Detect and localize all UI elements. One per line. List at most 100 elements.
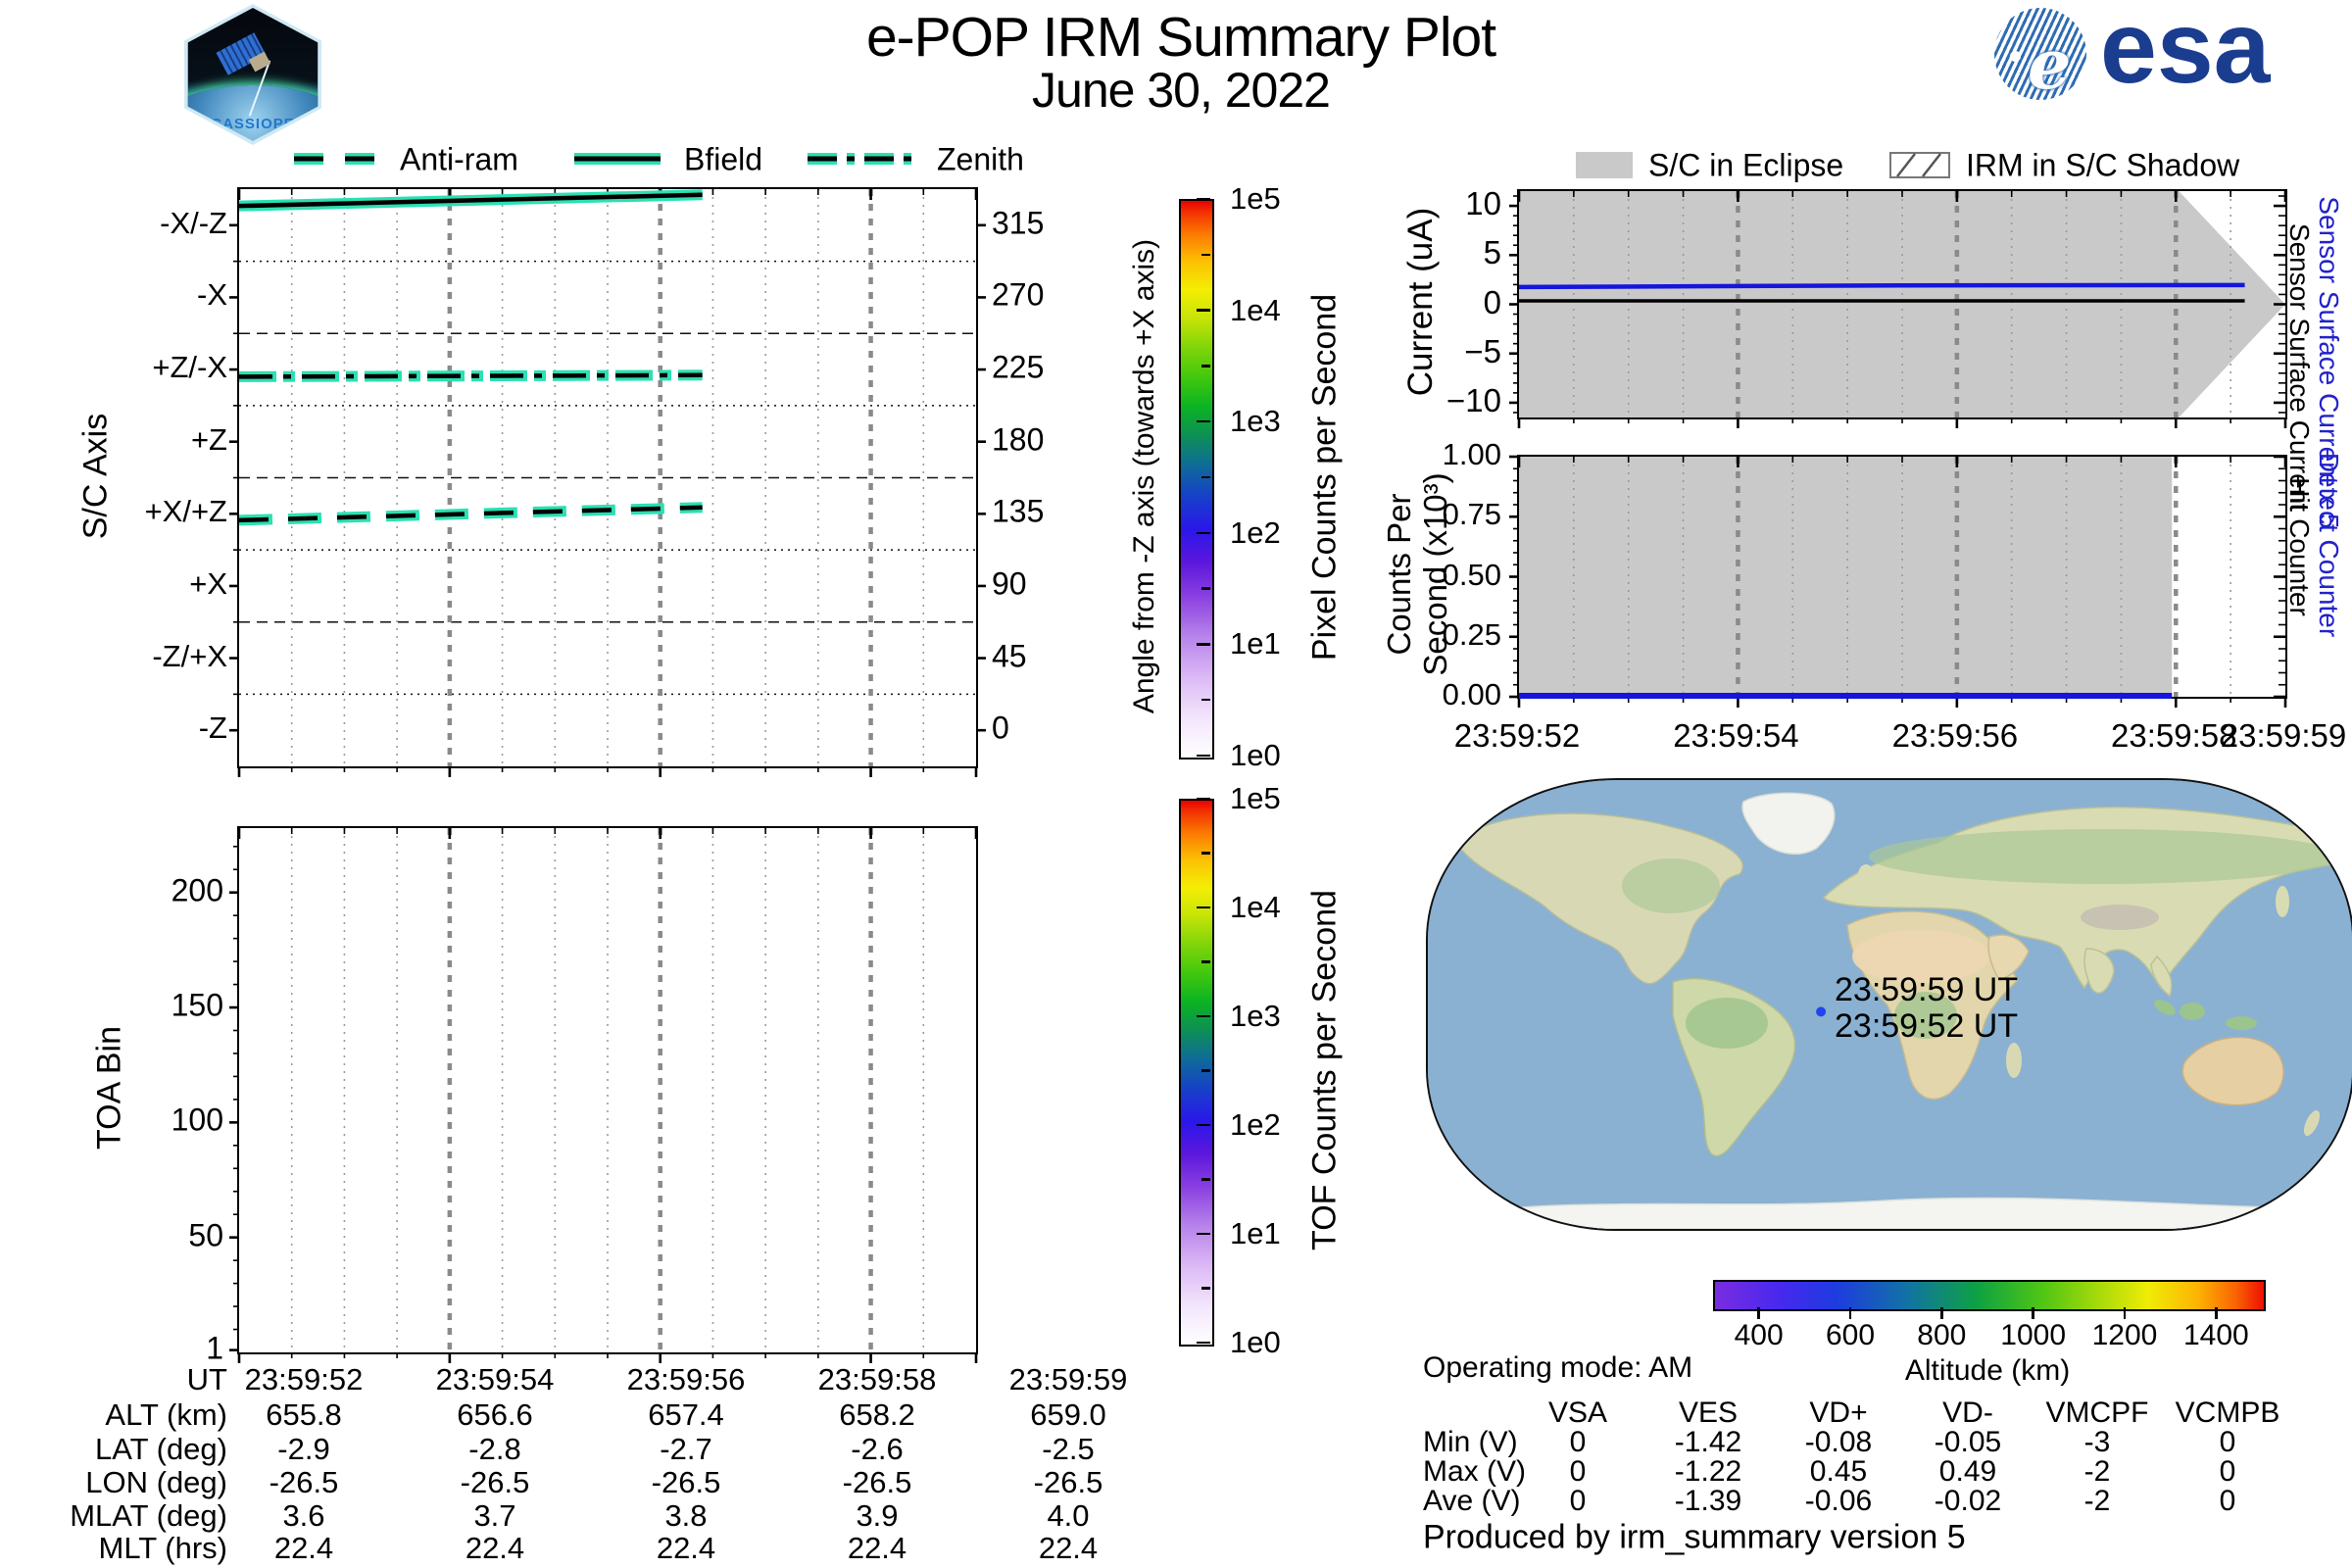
ephemeris-value: 23:59:58 bbox=[818, 1362, 937, 1397]
current-ylabel: Current (uA) bbox=[1401, 208, 1441, 397]
voltage-value: 0 bbox=[2220, 1455, 2236, 1489]
cassiope-label: CASSIOPE bbox=[182, 116, 323, 132]
time-axis-tick-label: 23:59:52 bbox=[1454, 717, 1580, 755]
pixel-colorbar-tick-label: 1e5 bbox=[1230, 181, 1281, 217]
voltage-value: 0 bbox=[2220, 1426, 2236, 1459]
anti-ram-legend-line-icon bbox=[290, 148, 384, 170]
colorbar-tick bbox=[1201, 960, 1210, 962]
time-axis-tick-label: 23:59:58 bbox=[2111, 717, 2236, 755]
altitude-colorbar-tick-label: 600 bbox=[1826, 1319, 1875, 1352]
ephemeris-value: 659.0 bbox=[1030, 1397, 1106, 1433]
altitude-colorbar-tick-label: 1400 bbox=[2183, 1319, 2249, 1352]
angle-axis-tick-label: 225 bbox=[992, 350, 1044, 386]
ephemeris-value: -2.8 bbox=[468, 1432, 520, 1467]
toa-bin-spectrogram-plot bbox=[237, 826, 978, 1354]
counts-axis-tick-label: 0.00 bbox=[1443, 677, 1501, 712]
colorbar-tick bbox=[1197, 532, 1210, 534]
ephemeris-value: 3.9 bbox=[856, 1498, 898, 1534]
voltage-value: 0 bbox=[1570, 1485, 1587, 1518]
ephemeris-value: -26.5 bbox=[1034, 1465, 1103, 1500]
spacecraft-position-marker bbox=[1816, 1006, 1826, 1016]
voltage-column-header: VD+ bbox=[1809, 1396, 1867, 1430]
voltage-column-header: VCMPB bbox=[2176, 1396, 2280, 1430]
ephemeris-value: 22.4 bbox=[657, 1531, 715, 1566]
madagascar bbox=[2006, 1043, 2022, 1078]
tof-colorbar-label: TOF Counts per Second bbox=[1306, 890, 1345, 1250]
north-eurasia-forest bbox=[1869, 829, 2339, 884]
toa-ylabel: TOA Bin bbox=[91, 1026, 129, 1150]
altitude-colorbar-tick bbox=[2124, 1307, 2126, 1319]
himalaya-mountains bbox=[2081, 905, 2159, 930]
altitude-colorbar-title: Altitude (km) bbox=[1905, 1354, 2070, 1388]
map-time-label-start: 23:59:52 UT bbox=[1835, 1008, 2018, 1045]
voltage-column-header: VD- bbox=[1942, 1396, 1993, 1430]
pixel-counts-colorbar bbox=[1179, 199, 1214, 760]
ephemeris-value: -2.5 bbox=[1042, 1432, 1094, 1467]
ephemeris-row-label: LON (deg) bbox=[85, 1465, 227, 1500]
colorbar-tick bbox=[1201, 699, 1210, 701]
esa-logo: e esa bbox=[1994, 6, 2288, 104]
esa-wordmark: esa bbox=[2100, 0, 2271, 107]
voltage-column-header: VMCPF bbox=[2046, 1396, 2149, 1430]
zenith-legend-line-icon bbox=[804, 148, 921, 170]
ephemeris-value: 22.4 bbox=[1039, 1531, 1098, 1566]
altitude-colorbar-tick bbox=[1757, 1307, 1759, 1319]
toa-axis-tick-label: 200 bbox=[172, 872, 223, 908]
colorbar-tick bbox=[1197, 643, 1210, 645]
sc-axis-category-label: +Z bbox=[191, 422, 227, 458]
pixel-colorbar-tick-label: 1e3 bbox=[1230, 404, 1281, 439]
altitude-colorbar-tick-label: 800 bbox=[1917, 1319, 1966, 1352]
esa-globe-dot-icon bbox=[2010, 51, 2021, 62]
angle-axis-tick-label: 315 bbox=[992, 205, 1044, 241]
angle-axis-tick-label: 45 bbox=[992, 638, 1027, 674]
ephemeris-value: -2.6 bbox=[851, 1432, 903, 1467]
angle-axis-tick-label: 0 bbox=[992, 710, 1009, 747]
new-guinea bbox=[2226, 1016, 2257, 1030]
eclipse-legend-label: IRM in S/C Shadow bbox=[1966, 148, 2239, 184]
colorbar-tick bbox=[1201, 1069, 1210, 1071]
ephemeris-value: 3.7 bbox=[473, 1498, 515, 1534]
pixel-colorbar-tick-label: 1e0 bbox=[1230, 738, 1281, 773]
ephemeris-value: 23:59:59 bbox=[1009, 1362, 1128, 1397]
sc-axis-category-label: +X bbox=[189, 566, 227, 602]
ephemeris-value: 23:59:52 bbox=[245, 1362, 364, 1397]
bfield-legend-line-icon bbox=[570, 148, 664, 170]
sc-axis-category-label: -Z bbox=[199, 710, 227, 746]
current-axis-tick-label: −10 bbox=[1446, 382, 1501, 419]
tof-colorbar-tick-label: 1e4 bbox=[1230, 890, 1281, 925]
sensor-surface-current-label: Sensor Surface Current bbox=[2283, 223, 2315, 512]
colorbar-tick bbox=[1197, 1124, 1210, 1126]
ephemeris-value: -2.9 bbox=[277, 1432, 329, 1467]
cassiope-mission-patch: CASSIOPE bbox=[178, 4, 327, 145]
map-time-labels: 23:59:59 UT 23:59:52 UT bbox=[1835, 972, 2018, 1045]
angle-axis-tick-label: 180 bbox=[992, 421, 1044, 458]
tof-colorbar-tick-label: 1e2 bbox=[1230, 1107, 1281, 1143]
ephemeris-value: 23:59:56 bbox=[627, 1362, 746, 1397]
voltage-value: 0 bbox=[1570, 1426, 1587, 1459]
ephemeris-value: -26.5 bbox=[270, 1465, 339, 1500]
eclipse-gray-swatch-icon bbox=[1576, 152, 1633, 178]
time-axis-tick-label: 23:59:54 bbox=[1673, 717, 1798, 755]
voltage-row-label: Ave (V) bbox=[1423, 1485, 1520, 1518]
altitude-colorbar-tick-label: 1200 bbox=[2092, 1319, 2158, 1352]
colorbar-tick bbox=[1197, 798, 1210, 800]
ephemeris-value: -26.5 bbox=[652, 1465, 721, 1500]
east-north-america-forest bbox=[1622, 858, 1720, 913]
voltage-value: -0.05 bbox=[1935, 1426, 2001, 1459]
pixel-colorbar-label: Pixel Counts per Second bbox=[1306, 294, 1345, 661]
angle-axis-tick-label: 135 bbox=[992, 494, 1044, 530]
colorbar-tick bbox=[1197, 309, 1210, 311]
amazon-forest bbox=[1686, 998, 1768, 1049]
tof-counts-colorbar bbox=[1179, 799, 1214, 1347]
voltage-value: -1.39 bbox=[1675, 1485, 1741, 1518]
ephemeris-value: 3.8 bbox=[664, 1498, 707, 1534]
operating-mode-text: Operating mode: AM bbox=[1423, 1351, 1692, 1385]
ephemeris-row-label: MLT (hrs) bbox=[99, 1531, 227, 1566]
cassiope-patch-art: CASSIOPE bbox=[182, 8, 323, 141]
angle-axis-tick-label: 90 bbox=[992, 565, 1027, 602]
counters-plot bbox=[1517, 455, 2287, 699]
voltage-value: 0 bbox=[2220, 1485, 2236, 1518]
altitude-colorbar-tick bbox=[2032, 1307, 2034, 1319]
colorbar-tick bbox=[1197, 1233, 1210, 1235]
produced-by-text: Produced by irm_summary version 5 bbox=[1423, 1519, 1966, 1557]
